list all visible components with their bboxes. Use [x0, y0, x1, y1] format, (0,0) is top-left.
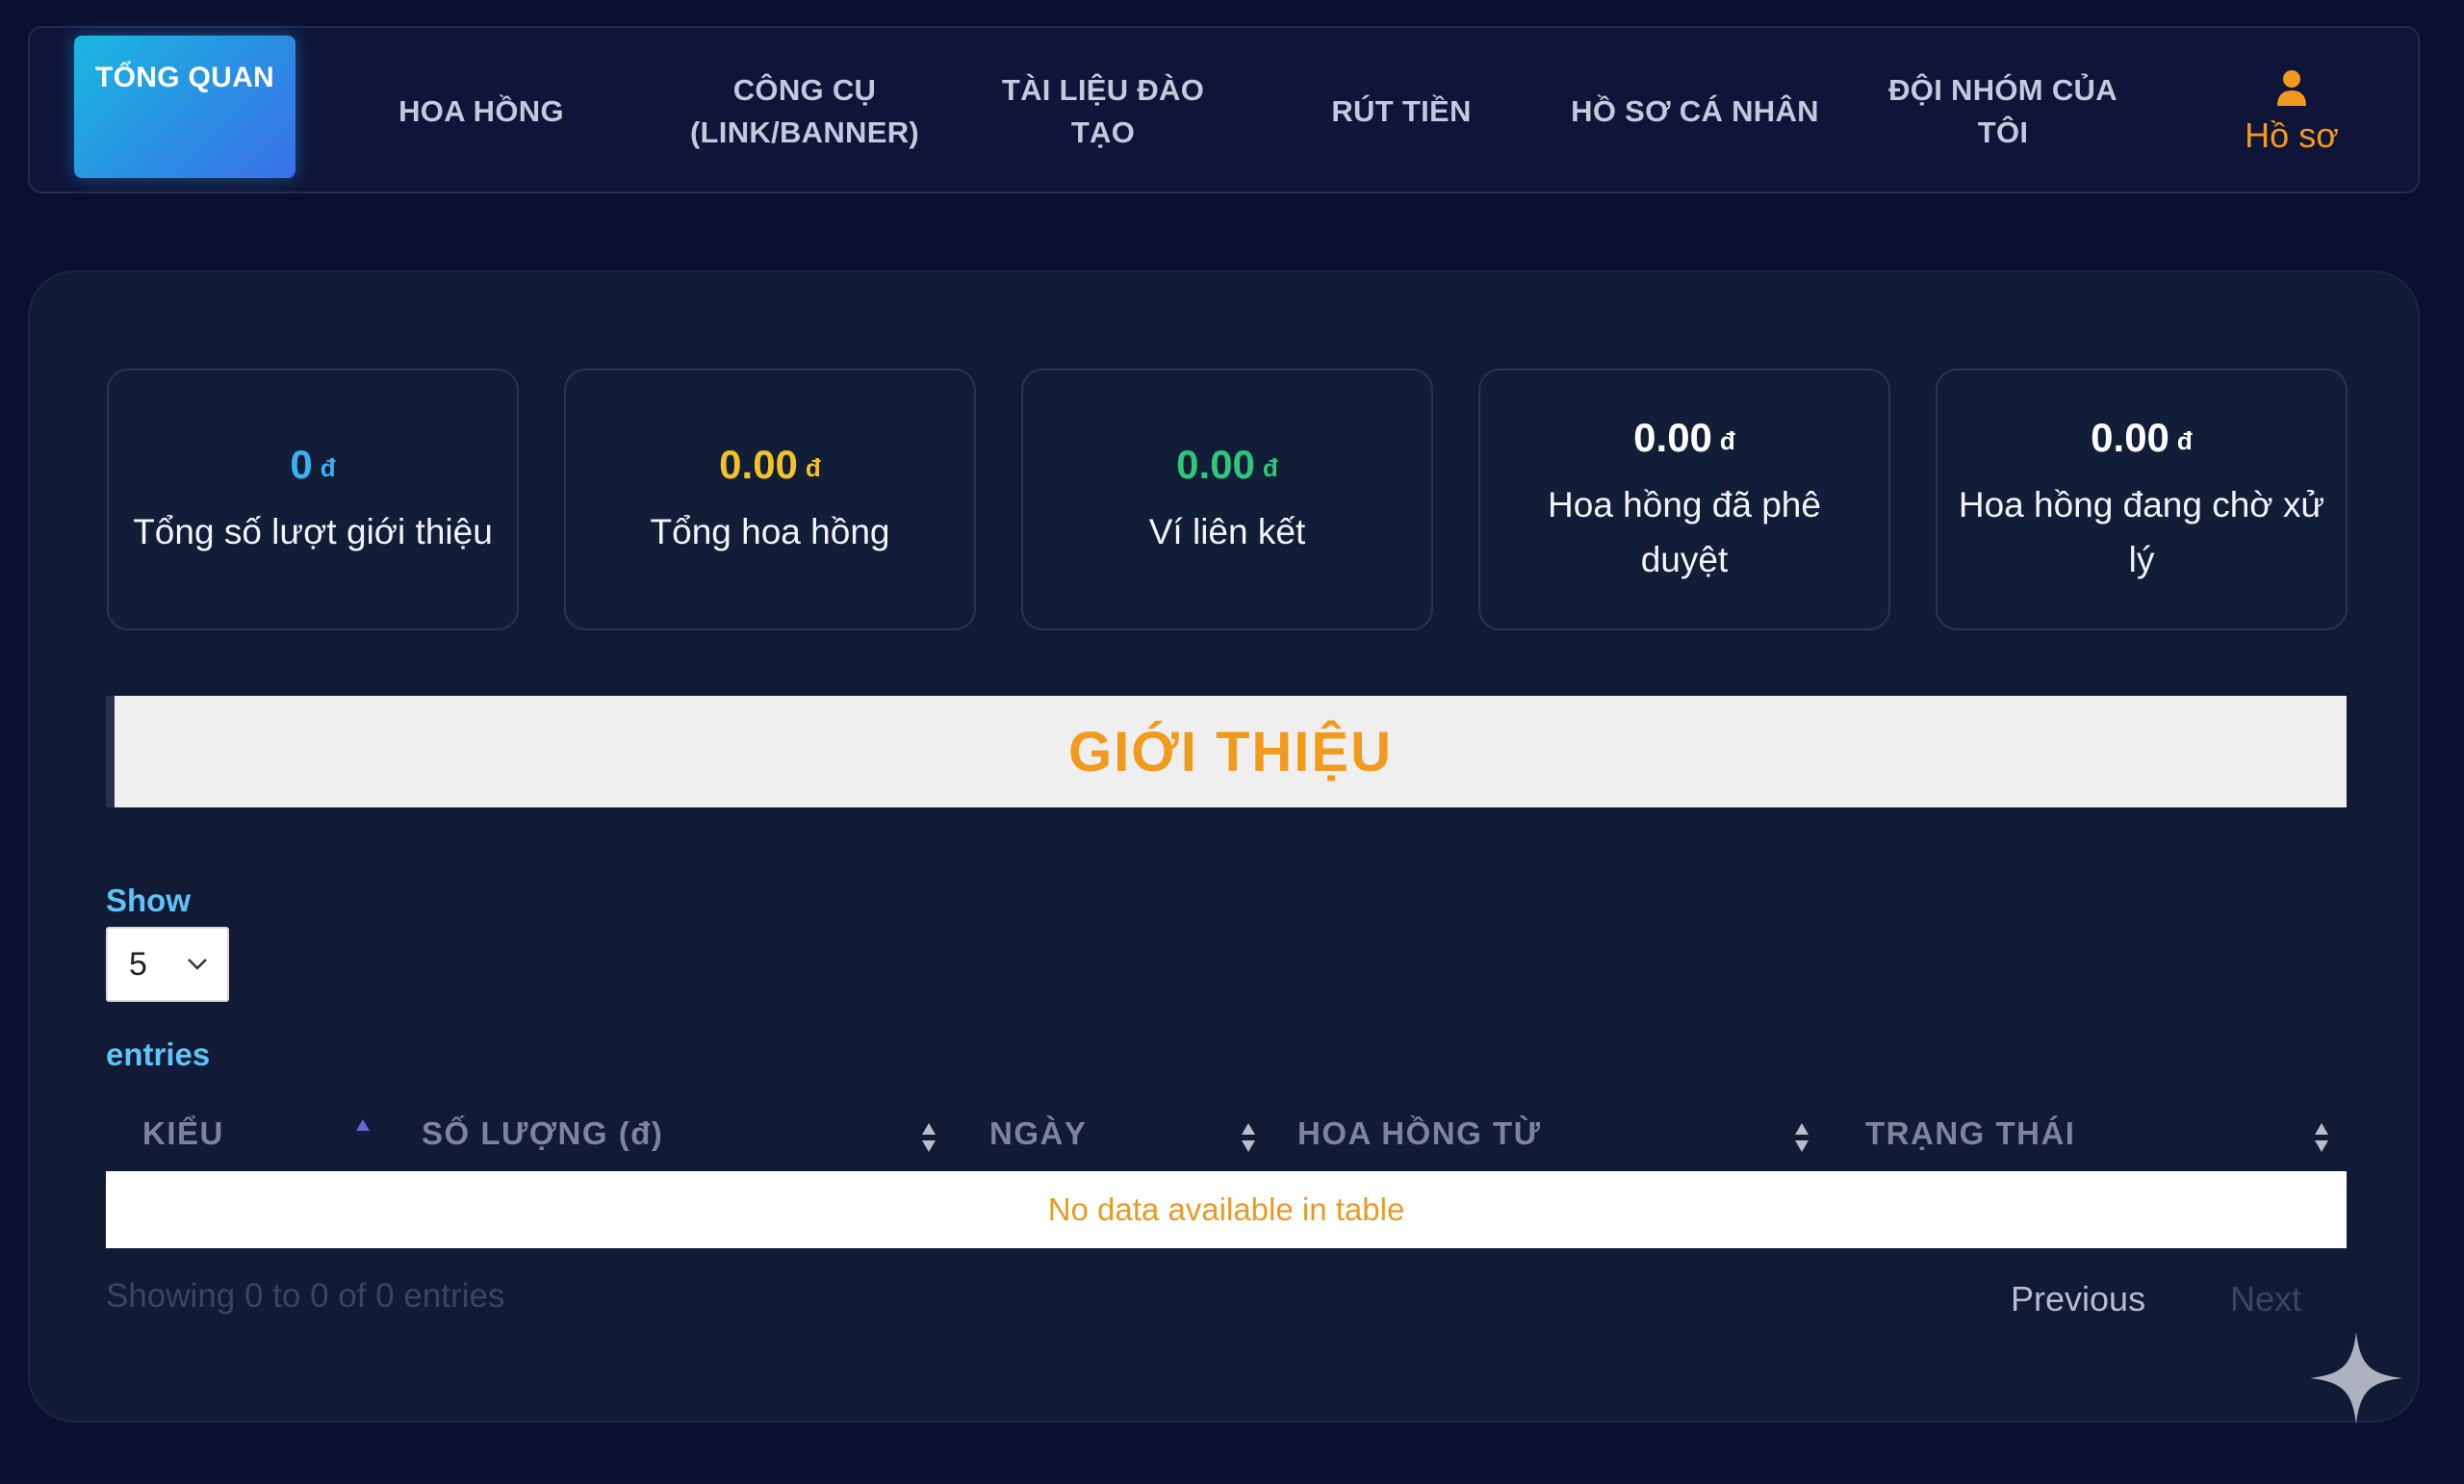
- column-label: NGÀY: [989, 1115, 1088, 1151]
- empty-message: No data available in table: [1047, 1191, 1405, 1227]
- stat-caption: Hoa hồng đã phê duyệt: [1548, 484, 1821, 579]
- stat-value: 0.00 đ: [2091, 414, 2193, 460]
- column-label: KIỂU: [142, 1115, 224, 1151]
- sort-ascending-icon: [356, 1119, 370, 1131]
- column-label: HOA HỒNG TỪ: [1297, 1115, 1542, 1151]
- entries-label: entries: [106, 1036, 211, 1072]
- nav-tab-label: HOA HỒNG: [398, 94, 564, 128]
- stat-caption: Hoa hồng đang chờ xử lý: [1958, 484, 2325, 579]
- column-header-trang-thai[interactable]: TRẠNG THÁI: [1865, 1100, 2347, 1167]
- sort-icon: [922, 1123, 936, 1152]
- nav-tab-doi-nhom[interactable]: ĐỘI NHÓM CỦA TÔI: [1859, 28, 2147, 195]
- stat-value: 0.00 đ: [1176, 442, 1278, 487]
- stat-card-linked-wallet: 0.00 đ Ví liên kết: [1021, 369, 1433, 630]
- nav-tab-label: RÚT TIỀN: [1331, 94, 1472, 128]
- nav-tab-label: CÔNG CỤ (LINK/BANNER): [689, 73, 920, 149]
- dashboard-panel: 0đ Tổng số lượt giới thiệu 0.00 đ Tổng ho…: [28, 270, 2420, 1422]
- next-button[interactable]: Next: [2230, 1279, 2301, 1319]
- table-empty-row: No data available in table: [106, 1171, 2347, 1248]
- nav-tab-ho-so-ca-nhan[interactable]: HỒ SƠ CÁ NHÂN: [1531, 28, 1859, 195]
- user-icon: [2277, 70, 2306, 106]
- nav-tab-cong-cu[interactable]: CÔNG CỤ (LINK/BANNER): [660, 28, 949, 195]
- stat-card-referrals: 0đ Tổng số lượt giới thiệu: [107, 369, 519, 630]
- sort-icon: [2315, 1123, 2328, 1152]
- nav-tab-hoa-hong[interactable]: HOA HỒNG: [361, 28, 602, 195]
- nav-tab-tong-quan[interactable]: TỔNG QUAN: [74, 36, 295, 178]
- profile-button[interactable]: Hồ sơ: [2195, 45, 2388, 180]
- stat-value: 0.00 đ: [719, 442, 821, 487]
- column-header-so-luong[interactable]: SỐ LƯỢNG (đ): [422, 1100, 961, 1167]
- column-header-hoa-hong-tu[interactable]: HOA HỒNG TỪ: [1297, 1100, 1817, 1167]
- profile-label: Hồ sơ: [2245, 115, 2339, 155]
- page-size-select[interactable]: 5: [106, 927, 229, 1002]
- column-header-kieu[interactable]: KIỂU: [142, 1100, 412, 1167]
- nav-tab-label: TỔNG QUAN: [94, 62, 275, 93]
- stat-card-approved-commission: 0.00 đ Hoa hồng đã phê duyệt: [1478, 369, 1890, 630]
- show-label: Show: [106, 883, 191, 918]
- previous-button[interactable]: Previous: [2011, 1279, 2145, 1319]
- nav-tab-label: HỒ SƠ CÁ NHÂN: [1571, 94, 1819, 128]
- column-label: SỐ LƯỢNG (đ): [422, 1115, 664, 1151]
- sparkle-icon: [2310, 1332, 2402, 1424]
- chevron-down-icon: [188, 959, 207, 970]
- stat-caption: Ví liên kết: [1148, 512, 1306, 551]
- stat-card-total-commission: 0.00 đ Tổng hoa hồng: [564, 369, 976, 630]
- stats-cards: 0đ Tổng số lượt giới thiệu 0.00 đ Tổng ho…: [107, 369, 2349, 632]
- stat-caption: Tổng số lượt giới thiệu: [133, 512, 493, 551]
- stat-caption: Tổng hoa hồng: [650, 512, 890, 551]
- sort-icon: [1795, 1123, 1809, 1152]
- table-info: Showing 0 to 0 of 0 entries: [106, 1277, 505, 1315]
- column-header-ngay[interactable]: NGÀY: [989, 1100, 1278, 1167]
- column-label: TRẠNG THÁI: [1865, 1115, 2076, 1151]
- sort-icon: [1242, 1123, 1255, 1152]
- stat-card-pending-commission: 0.00 đ Hoa hồng đang chờ xử lý: [1936, 369, 2348, 630]
- top-nav: TỔNG QUAN HOA HỒNG CÔNG CỤ (LINK/BANNER)…: [28, 26, 2420, 193]
- nav-tab-label: ĐỘI NHÓM CỦA TÔI: [1888, 73, 2118, 149]
- nav-tab-tai-lieu[interactable]: TÀI LIỆU ĐÀO TẠO: [959, 28, 1247, 195]
- page-size-value: 5: [129, 945, 147, 983]
- nav-tab-label: TÀI LIỆU ĐÀO TẠO: [1001, 73, 1205, 149]
- section-banner: GIỚI THIỆU: [106, 696, 2347, 807]
- nav-tab-rut-tien[interactable]: RÚT TIỀN: [1271, 28, 1531, 195]
- stat-value: 0.00 đ: [1633, 414, 1735, 460]
- stat-value: 0đ: [290, 442, 336, 487]
- table-header: KIỂU SỐ LƯỢNG (đ) NGÀY HOA HỒNG TỪ TRẠNG…: [106, 1100, 2347, 1167]
- section-title: GIỚI THIỆU: [1068, 720, 1393, 783]
